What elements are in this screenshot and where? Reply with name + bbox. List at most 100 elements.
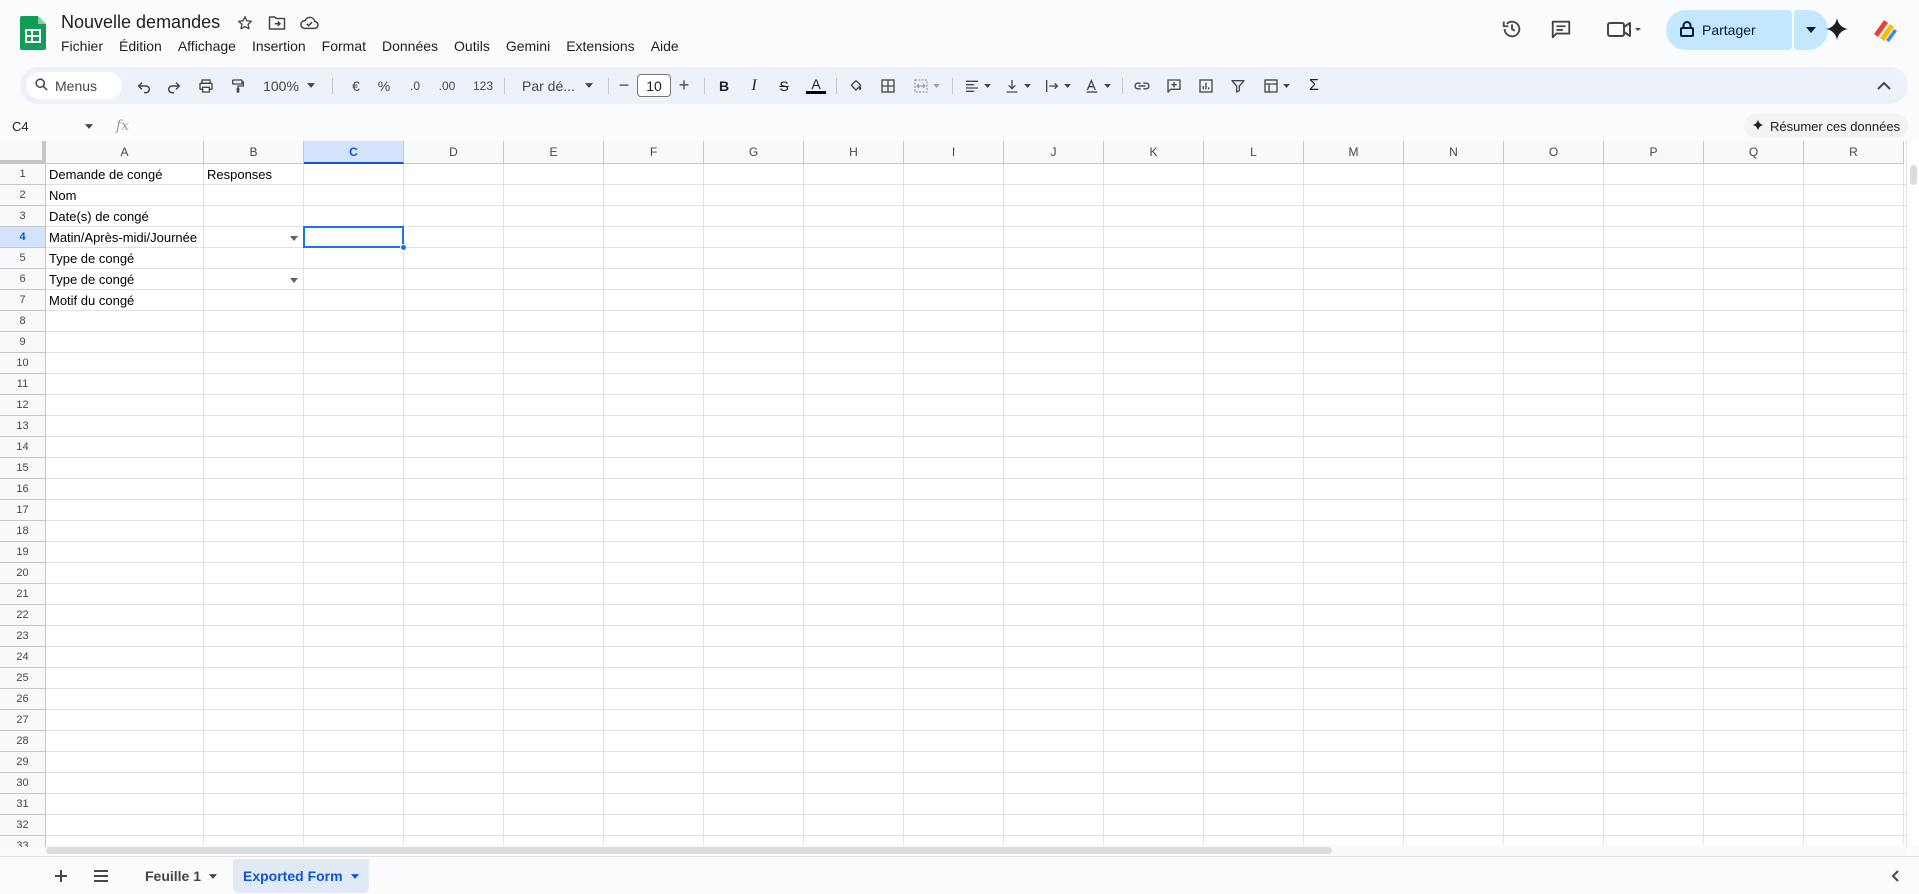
column-header-p[interactable]: P <box>1604 141 1704 164</box>
column-header-o[interactable]: O <box>1504 141 1604 164</box>
select-all-corner[interactable] <box>0 141 46 164</box>
insert-chart-icon[interactable] <box>1194 72 1218 99</box>
vertical-align-icon[interactable] <box>1000 72 1034 99</box>
functions-button[interactable]: Σ <box>1302 72 1326 99</box>
sheet-tab-exported-form[interactable]: Exported Form <box>233 859 369 893</box>
filter-views-icon[interactable] <box>1258 72 1294 99</box>
move-to-folder-icon[interactable] <box>266 12 288 34</box>
row-header-13[interactable]: 13 <box>0 416 46 437</box>
menu-aide[interactable]: Aide <box>643 36 687 56</box>
text-rotation-icon[interactable] <box>1080 72 1114 99</box>
row-header-15[interactable]: 15 <box>0 458 46 479</box>
add-sheet-icon[interactable] <box>48 865 74 887</box>
percent-format-button[interactable]: % <box>374 72 394 99</box>
bold-button[interactable]: B <box>712 72 736 99</box>
sheet-tab-feuille-1[interactable]: Feuille 1 <box>135 859 227 893</box>
column-header-j[interactable]: J <box>1004 141 1104 164</box>
row-header-28[interactable]: 28 <box>0 731 46 752</box>
version-history-icon[interactable] <box>1495 12 1529 46</box>
column-header-g[interactable]: G <box>704 141 804 164</box>
collapse-sidebar-icon[interactable] <box>1882 865 1908 887</box>
collapse-toolbar-icon[interactable] <box>1872 72 1896 99</box>
row-header-7[interactable]: 7 <box>0 290 46 311</box>
menu-outils[interactable]: Outils <box>446 36 498 56</box>
row-header-19[interactable]: 19 <box>0 542 46 563</box>
summarize-data-button[interactable]: Résumer ces données <box>1744 114 1909 138</box>
cloud-status-icon[interactable] <box>298 12 320 34</box>
row-header-31[interactable]: 31 <box>0 794 46 815</box>
cell-a7[interactable]: Motif du congé <box>46 290 204 311</box>
cell-a2[interactable]: Nom <box>46 185 204 206</box>
column-header-e[interactable]: E <box>504 141 604 164</box>
row-header-27[interactable]: 27 <box>0 710 46 731</box>
column-header-i[interactable]: I <box>904 141 1004 164</box>
spreadsheet-grid[interactable]: ABCDEFGHIJKLMNOPQR 1 2 3 4 5 6 7 8 9 10 11 12 13 14 15… <box>0 141 1906 847</box>
column-header-n[interactable]: N <box>1404 141 1504 164</box>
dropdown-chip-icon[interactable] <box>290 236 298 241</box>
account-avatar-icon[interactable] <box>1866 12 1900 46</box>
print-icon[interactable] <box>194 72 218 99</box>
strikethrough-button[interactable]: S <box>772 72 796 99</box>
row-header-32[interactable]: 32 <box>0 815 46 836</box>
column-header-f[interactable]: F <box>604 141 704 164</box>
row-header-24[interactable]: 24 <box>0 647 46 668</box>
horizontal-scrollbar[interactable] <box>46 845 1906 855</box>
row-header-3[interactable]: 3 <box>0 206 46 227</box>
cell-a1[interactable]: Demande de congé <box>46 164 204 185</box>
undo-icon[interactable] <box>132 72 156 99</box>
menu-insertion[interactable]: Insertion <box>244 36 314 56</box>
row-header-18[interactable]: 18 <box>0 521 46 542</box>
menu-format[interactable]: Format <box>314 36 374 56</box>
redo-icon[interactable] <box>162 72 186 99</box>
column-header-b[interactable]: B <box>204 141 304 164</box>
sheet-tab-caret-icon[interactable] <box>209 873 218 879</box>
menu-affichage[interactable]: Affichage <box>170 36 244 56</box>
sheet-tab-caret-icon[interactable] <box>350 873 359 879</box>
row-header-21[interactable]: 21 <box>0 584 46 605</box>
row-header-22[interactable]: 22 <box>0 605 46 626</box>
row-header-8[interactable]: 8 <box>0 311 46 332</box>
row-header-25[interactable]: 25 <box>0 668 46 689</box>
comments-icon[interactable] <box>1544 12 1578 46</box>
gemini-sparkle-icon[interactable] <box>1820 12 1854 46</box>
cell-a6[interactable]: Type de congé <box>46 269 204 290</box>
row-header-30[interactable]: 30 <box>0 773 46 794</box>
row-header-23[interactable]: 23 <box>0 626 46 647</box>
font-family-select[interactable]: Par dé... <box>514 72 602 99</box>
merge-cells-icon[interactable] <box>908 72 944 99</box>
menu-gemini[interactable]: Gemini <box>498 36 558 56</box>
menu-donnees[interactable]: Données <box>374 36 446 56</box>
currency-format-button[interactable]: € <box>346 72 366 99</box>
cell-a4[interactable]: Matin/Après-midi/Journée <box>46 227 204 248</box>
column-header-h[interactable]: H <box>804 141 904 164</box>
row-header-10[interactable]: 10 <box>0 353 46 374</box>
row-header-16[interactable]: 16 <box>0 479 46 500</box>
row-header-33[interactable]: 33 <box>0 836 46 847</box>
row-header-5[interactable]: 5 <box>0 248 46 269</box>
vertical-scroll-thumb[interactable] <box>1910 165 1917 185</box>
increase-font-size-button[interactable]: + <box>674 72 694 99</box>
number-format-button[interactable]: 123 <box>468 72 498 99</box>
row-header-11[interactable]: 11 <box>0 374 46 395</box>
row-header-12[interactable]: 12 <box>0 395 46 416</box>
share-button[interactable]: Partager <box>1666 10 1792 50</box>
horizontal-scroll-thumb[interactable] <box>46 847 1332 854</box>
meet-icon[interactable] <box>1600 12 1648 46</box>
text-wrapping-icon[interactable] <box>1040 72 1074 99</box>
font-size-input[interactable]: 10 <box>637 74 671 97</box>
text-color-button[interactable]: A <box>804 72 828 99</box>
cell-b1[interactable]: Responses <box>204 164 304 185</box>
all-sheets-icon[interactable] <box>88 865 114 887</box>
row-header-29[interactable]: 29 <box>0 752 46 773</box>
insert-comment-icon[interactable] <box>1162 72 1186 99</box>
column-header-k[interactable]: K <box>1104 141 1204 164</box>
row-header-17[interactable]: 17 <box>0 500 46 521</box>
menu-fichier[interactable]: Fichier <box>53 36 111 56</box>
star-icon[interactable] <box>234 12 256 34</box>
document-title[interactable]: Nouvelle demandes <box>61 12 220 33</box>
active-cell-selection[interactable] <box>303 226 404 248</box>
paint-format-icon[interactable] <box>226 72 250 99</box>
cell-a5[interactable]: Type de congé <box>46 248 204 269</box>
column-header-l[interactable]: L <box>1204 141 1304 164</box>
row-header-4[interactable]: 4 <box>0 227 46 248</box>
